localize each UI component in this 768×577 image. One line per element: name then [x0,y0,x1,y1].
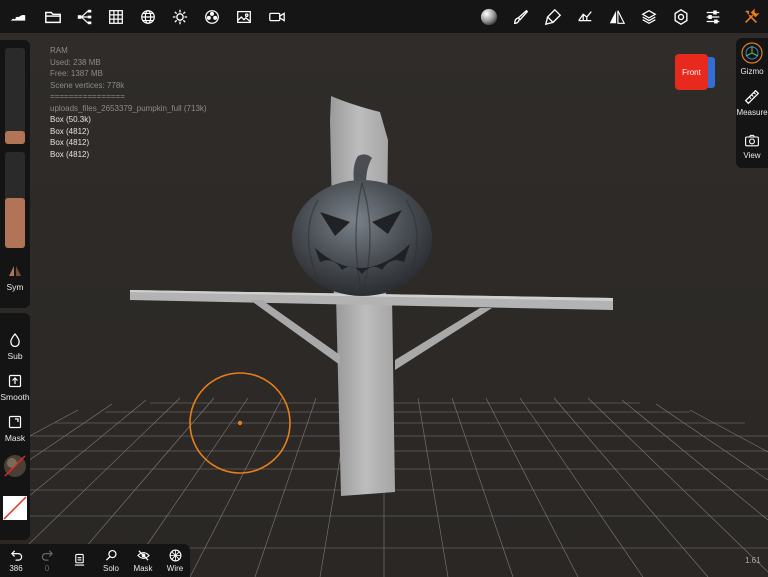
folder-icon[interactable] [38,0,68,33]
sun-icon[interactable] [165,0,195,33]
eye-off-icon [136,549,150,561]
undo-icon [10,549,22,561]
gizmo-button[interactable]: Gizmo [736,41,768,76]
post-bottom [336,296,395,496]
no-color-icon [3,496,27,520]
grid-icon[interactable] [101,0,131,33]
drop-icon [10,333,20,347]
smooth-icon [8,374,22,388]
view-cube[interactable]: Front [675,54,715,90]
redo-count: 0 [44,563,50,573]
object-item[interactable]: Box (4812) [50,137,207,149]
wireframe-icon [169,549,181,561]
search-icon [105,549,117,561]
globe-icon[interactable] [133,0,163,33]
wire-label: Wire [166,563,184,573]
solo-button[interactable]: Solo [95,544,127,577]
object-item[interactable]: Box (50.3k) [50,114,207,126]
object-item[interactable]: Box (4812) [50,149,207,161]
mask-visibility-label: Mask [133,563,153,573]
measure-label: Measure [736,108,768,117]
intensity-slider-fill [5,198,25,248]
scene-stats: RAM Used: 238 MB Free: 1387 MB Scene ver… [50,45,207,160]
scene-tree-icon[interactable] [70,0,100,33]
symmetry-icon [9,266,21,276]
painter-icon[interactable] [538,0,568,33]
layers-icon[interactable] [634,0,664,33]
scene-vertices: Scene vertices: 778k [50,80,125,90]
top-toolbar [0,0,768,33]
bottom-bar: 386 0 Solo Mask Wire [0,544,190,577]
file-name: uploads_files_2653379_pumpkin_full (713k… [50,103,207,113]
sym-label: Sym [6,282,24,292]
history-icon [74,553,84,566]
mask-label: Mask [4,433,26,443]
sub-label: Sub [7,351,23,361]
view-cube-side[interactable] [708,57,715,88]
view-label: View [743,151,761,160]
topology-icon[interactable] [570,0,600,33]
material-preview-icon [4,455,26,477]
ram-used: Used: 238 MB [50,57,101,67]
color-slot[interactable] [3,496,27,520]
gizmo-icon [741,42,763,64]
version-label: 1.61 [745,556,761,565]
redo-button[interactable]: 0 [31,544,63,577]
radius-slider-fill [5,131,25,144]
radius-slider[interactable] [5,48,25,144]
solo-label: Solo [102,563,119,573]
wire-button[interactable]: Wire [159,544,191,577]
gizmo-label: Gizmo [740,67,764,76]
matcap-slot[interactable] [3,454,27,478]
settings-icon[interactable] [666,0,696,33]
ram-free: Free: 1387 MB [50,69,103,78]
ram-label: RAM [50,46,68,55]
tools-icon[interactable] [736,0,766,33]
left-slider-panel: Sym [0,40,30,308]
matcap-sphere-icon[interactable] [474,0,504,33]
image-icon[interactable] [229,0,259,33]
left-tool-panel: Sub Smooth Mask [0,313,30,540]
right-panel: Gizmo Measure View [736,38,768,168]
logo-icon[interactable] [3,0,33,33]
view-button[interactable]: View [736,133,768,160]
ruler-icon [744,89,760,105]
camera-icon [745,134,759,147]
brush-cursor-center [237,420,243,426]
mask-visibility-button[interactable]: Mask [127,544,159,577]
mask-button[interactable]: Mask [0,415,30,443]
smooth-button[interactable]: Smooth [0,374,30,402]
mirror-icon[interactable] [602,0,632,33]
intensity-slider[interactable] [5,152,25,248]
measure-button[interactable]: Measure [736,88,768,117]
history-button[interactable] [63,544,95,577]
undo-button[interactable]: 386 [0,544,32,577]
mask-icon [8,415,22,429]
sym-button[interactable]: Sym [0,264,30,292]
view-cube-front[interactable]: Front [675,54,708,90]
redo-icon [41,549,53,561]
object-item[interactable]: Box (4812) [50,126,207,138]
smooth-label: Smooth [0,392,30,402]
brush-icon[interactable] [506,0,536,33]
stats-separator: ================ [50,92,125,101]
undo-count: 386 [9,563,23,573]
sliders-icon[interactable] [698,0,728,33]
material-ball-icon[interactable] [197,0,227,33]
camera-icon[interactable] [262,0,292,33]
sub-button[interactable]: Sub [0,333,30,361]
